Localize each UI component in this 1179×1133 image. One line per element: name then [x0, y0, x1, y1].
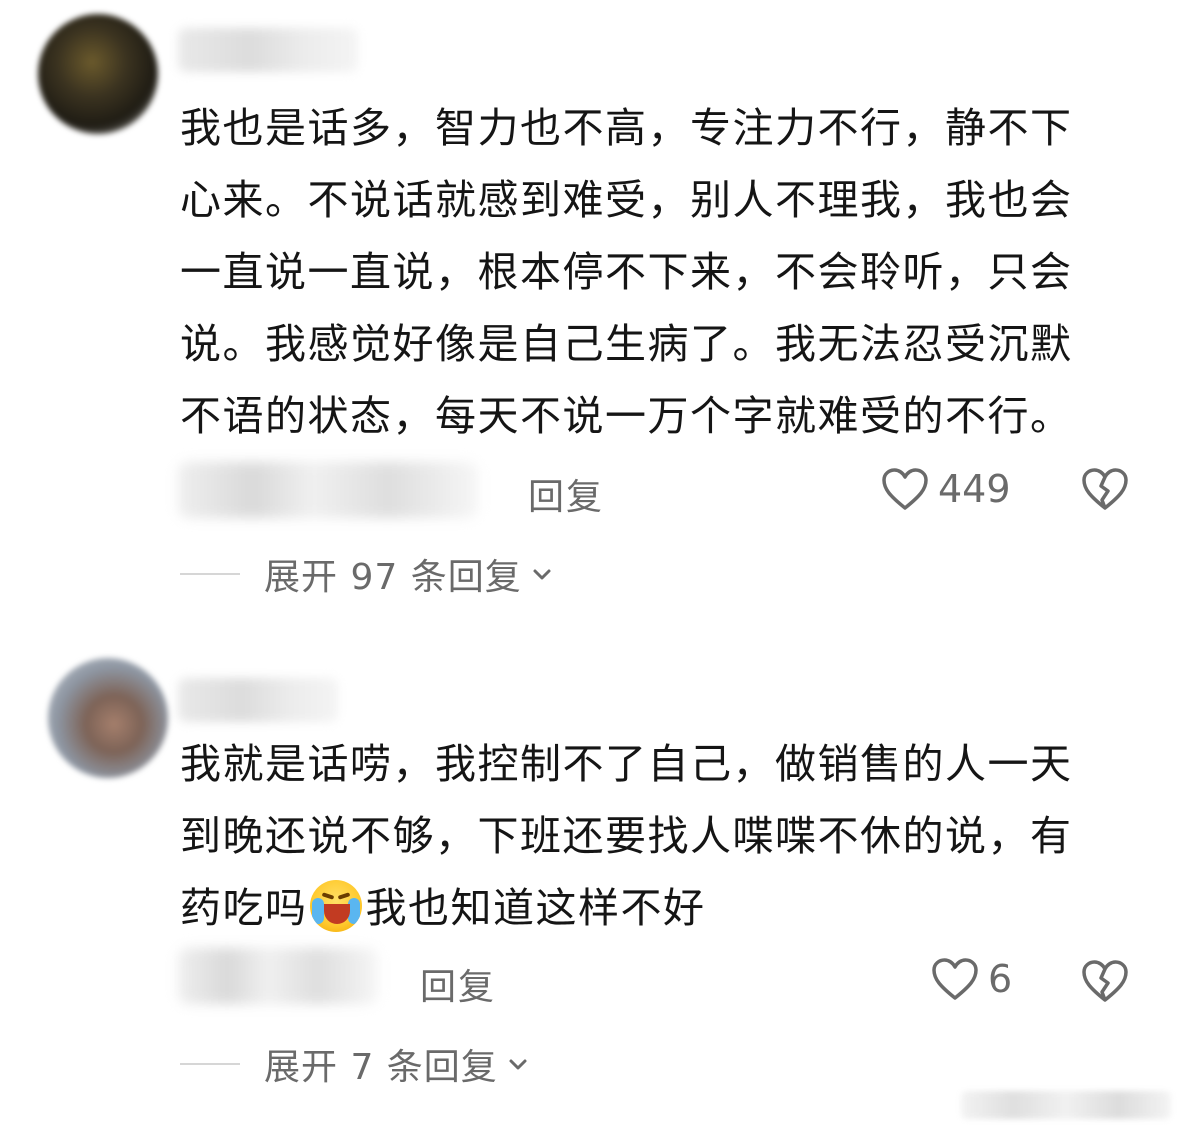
loudly-crying-face-emoji: [309, 880, 362, 932]
watermark-redacted: [961, 1091, 1171, 1119]
reply-button[interactable]: 回复: [528, 468, 604, 520]
username-redacted: [178, 28, 358, 72]
expand-replies-button[interactable]: 展开 7 条回复: [180, 1038, 530, 1090]
broken-heart-icon: [1082, 468, 1128, 510]
comment-thread: 我也是话多，智力也不高，专注力不行，静不下心来。不说话就感到难受，别人不理我，我…: [0, 0, 1179, 1133]
divider: [180, 1063, 240, 1065]
avatar[interactable]: [48, 658, 168, 778]
comment-item: 我就是话唠，我控制不了自己，做销售的人一天到晚还说不够，下班还要找人喋喋不休的说…: [0, 640, 1179, 1110]
like-count: 6: [988, 957, 1013, 1001]
comment-meta-redacted: [178, 948, 378, 1004]
expand-replies-label: 展开 97 条回复: [264, 557, 522, 598]
dislike-button[interactable]: [1080, 466, 1130, 516]
broken-heart-icon: [1082, 960, 1128, 1002]
like-count: 449: [938, 467, 1011, 511]
heart-outline-icon: [882, 468, 928, 510]
expand-replies-button[interactable]: 展开 97 条回复: [180, 548, 554, 600]
comment-meta-redacted: [178, 462, 478, 518]
reply-button[interactable]: 回复: [420, 958, 496, 1010]
avatar[interactable]: [38, 14, 158, 134]
chevron-down-icon: [533, 569, 551, 580]
comment-item: 我也是话多，智力也不高，专注力不行，静不下心来。不说话就感到难受，别人不理我，我…: [0, 0, 1179, 620]
comment-text: 我也是话多，智力也不高，专注力不行，静不下心来。不说话就感到难受，别人不理我，我…: [180, 104, 1073, 440]
comment-text: 我就是话唠，我控制不了自己，做销售的人一天到晚还说不够，下班还要找人喋喋不休的说…: [180, 728, 1110, 944]
username-redacted: [178, 678, 338, 722]
heart-outline-icon: [932, 958, 978, 1000]
like-button[interactable]: 449: [880, 466, 1011, 512]
like-button[interactable]: 6: [930, 956, 1012, 1002]
divider: [180, 573, 240, 575]
comment-text-part: 我也知道这样不好: [365, 884, 706, 932]
expand-replies-label: 展开 7 条回复: [264, 1047, 498, 1088]
chevron-down-icon: [509, 1059, 527, 1070]
dislike-button[interactable]: [1080, 958, 1130, 1008]
